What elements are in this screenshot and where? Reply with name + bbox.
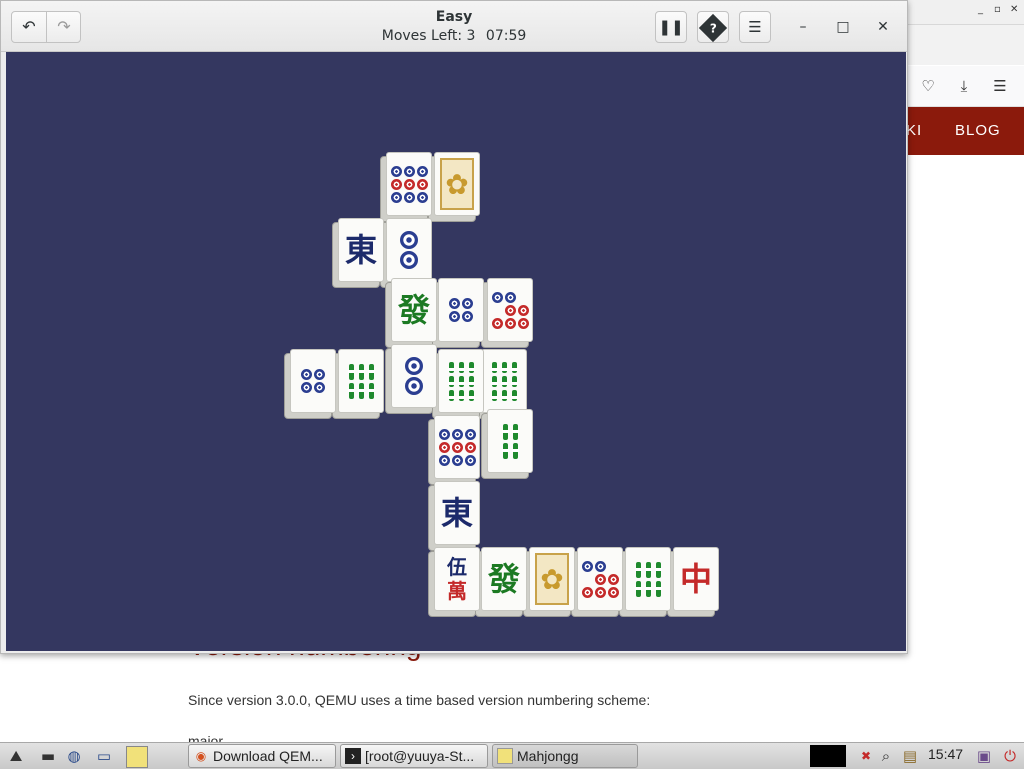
pause-button[interactable]: ❚❚ [655, 11, 687, 43]
tile-glyph: 東 [344, 231, 377, 269]
hint-icon: ? [698, 13, 728, 43]
task-firefox[interactable]: ◉ Download QEM... [188, 744, 336, 768]
close-button[interactable]: ✕ [873, 17, 893, 37]
mahjongg-tile-char[interactable]: 中 [673, 547, 719, 611]
mahjongg-tile-char[interactable]: 發 [391, 278, 437, 342]
mahjongg-tile-bamboo[interactable] [438, 349, 484, 413]
tile-face: 東 [435, 482, 479, 544]
tile-face: 東 [339, 219, 383, 281]
tile-face [488, 410, 532, 472]
tile-face: 中 [674, 548, 718, 610]
close-icon[interactable]: ✕ [1010, 4, 1018, 15]
nav-item-blog[interactable]: BLOG [955, 122, 1001, 139]
tile-face: 發 [392, 279, 436, 341]
mahjongg-tile-bamboo[interactable] [481, 349, 527, 413]
tile-face: 發 [482, 548, 526, 610]
notes-icon[interactable] [126, 746, 148, 768]
browser-titlebar: _ ▫ ✕ [906, 0, 1024, 25]
tile-face [626, 548, 670, 610]
search-icon[interactable]: ⌕ [876, 746, 896, 766]
tile-face [392, 345, 436, 407]
tile-face: ✿ [435, 153, 479, 215]
mahjongg-tile-bamboo[interactable] [625, 547, 671, 611]
browser-toolbar: ♡ ⤓ ☰ [906, 66, 1024, 107]
hint-button[interactable]: ? [697, 11, 729, 43]
mahjongg-tile-char[interactable]: 東 [338, 218, 384, 282]
tile-face [482, 350, 526, 412]
download-icon[interactable]: ⤓ [954, 76, 974, 96]
game-board: ✿ 東發東伍萬發 ✿ 中 [6, 52, 906, 651]
tile-face: ✿ [530, 548, 574, 610]
mahjongg-tile-flower[interactable]: ✿ [529, 547, 575, 611]
mahjongg-tile-char[interactable]: 伍萬 [434, 547, 480, 611]
mahjongg-tile-flower[interactable]: ✿ [434, 152, 480, 216]
firefox-icon: ◉ [195, 749, 207, 763]
menu-icon[interactable]: ☰ [990, 76, 1010, 96]
tile-glyph: 發 [397, 291, 430, 329]
minimize-button[interactable]: – [793, 17, 813, 37]
mahjongg-tile-bamboo[interactable] [338, 349, 384, 413]
browser-tab-strip[interactable] [906, 25, 1024, 65]
maximize-icon[interactable]: ▫ [994, 4, 1001, 15]
power-icon[interactable]: ⏻ [1000, 746, 1020, 766]
menu-button[interactable]: ☰ [739, 11, 771, 43]
tile-face [435, 416, 479, 478]
pocket-icon[interactable]: ♡ [918, 76, 938, 96]
tile-glyph: 東 [440, 494, 473, 532]
tile-face [439, 279, 483, 341]
mahjongg-tile-dots[interactable] [577, 547, 623, 611]
moves-left-value: 3 [466, 28, 476, 44]
game-title: Easy [435, 9, 473, 25]
tile-face [339, 350, 383, 412]
minimize-icon[interactable]: _ [978, 4, 983, 15]
maximize-button[interactable]: □ [833, 17, 853, 37]
task-terminal[interactable]: › [root@yuuya-St... [340, 744, 488, 768]
mahjongg-tile-dots[interactable] [290, 349, 336, 413]
tile-face [578, 548, 622, 610]
web-browser-icon[interactable]: ◍ [64, 746, 84, 766]
tile-face [387, 219, 431, 281]
screen-icon[interactable]: ▣ [974, 746, 994, 766]
mahjongg-tile-bamboo[interactable] [487, 409, 533, 473]
tile-glyph: 中 [679, 560, 712, 598]
timer: 07:59 [485, 28, 527, 44]
start-menu-icon[interactable]: ⛰ [6, 746, 26, 766]
mahjongg-tile-char[interactable]: 發 [481, 547, 527, 611]
game-status: Moves Left: 3 07:59 [1, 28, 907, 44]
tile-face [439, 350, 483, 412]
show-desktop-icon[interactable]: ▭ [94, 746, 114, 766]
mahjongg-tile-dots[interactable] [434, 415, 480, 479]
mahjongg-tile-dots[interactable] [391, 344, 437, 408]
taskbar: ⛰ ▬ ◍ ▭ ◉ Download QEM... › [root@yuuya-… [0, 742, 1024, 769]
tile-face: 伍萬 [435, 548, 479, 610]
mahjongg-tile-dots[interactable] [487, 278, 533, 342]
task-mahjongg[interactable]: Mahjongg [492, 744, 638, 768]
clock: 15:47 [928, 746, 964, 762]
tile-glyph: 發 [487, 560, 520, 598]
mahjongg-window: ↶ ↷ Easy Moves Left: 3 07:59 ❚❚ ? ☰ – □ … [0, 0, 908, 654]
mahjongg-tile-dots[interactable] [438, 278, 484, 342]
tile-face [488, 279, 532, 341]
clipboard-icon[interactable]: ▤ [900, 746, 920, 766]
header-bar: ↶ ↷ Easy Moves Left: 3 07:59 ❚❚ ? ☰ – □ … [1, 1, 907, 52]
file-manager-icon[interactable]: ▬ [38, 746, 58, 766]
terminal-icon: › [345, 748, 361, 764]
site-navigation: KI BLOG [906, 107, 1024, 155]
network-icon[interactable]: ✖ [856, 746, 876, 766]
tile-face [291, 350, 335, 412]
mahjongg-tile-dots[interactable] [386, 218, 432, 282]
mahjongg-tile-dots[interactable] [386, 152, 432, 216]
page-paragraph: Since version 3.0.0, QEMU uses a time ba… [188, 692, 651, 708]
tile-face [387, 153, 431, 215]
moves-left-label: Moves Left: [381, 28, 463, 44]
tray-area [810, 745, 846, 767]
mahjongg-tile-char[interactable]: 東 [434, 481, 480, 545]
nav-item-wiki[interactable]: KI [906, 122, 922, 139]
mahjongg-icon [497, 748, 513, 764]
tile-glyph: 伍萬 [447, 555, 467, 603]
